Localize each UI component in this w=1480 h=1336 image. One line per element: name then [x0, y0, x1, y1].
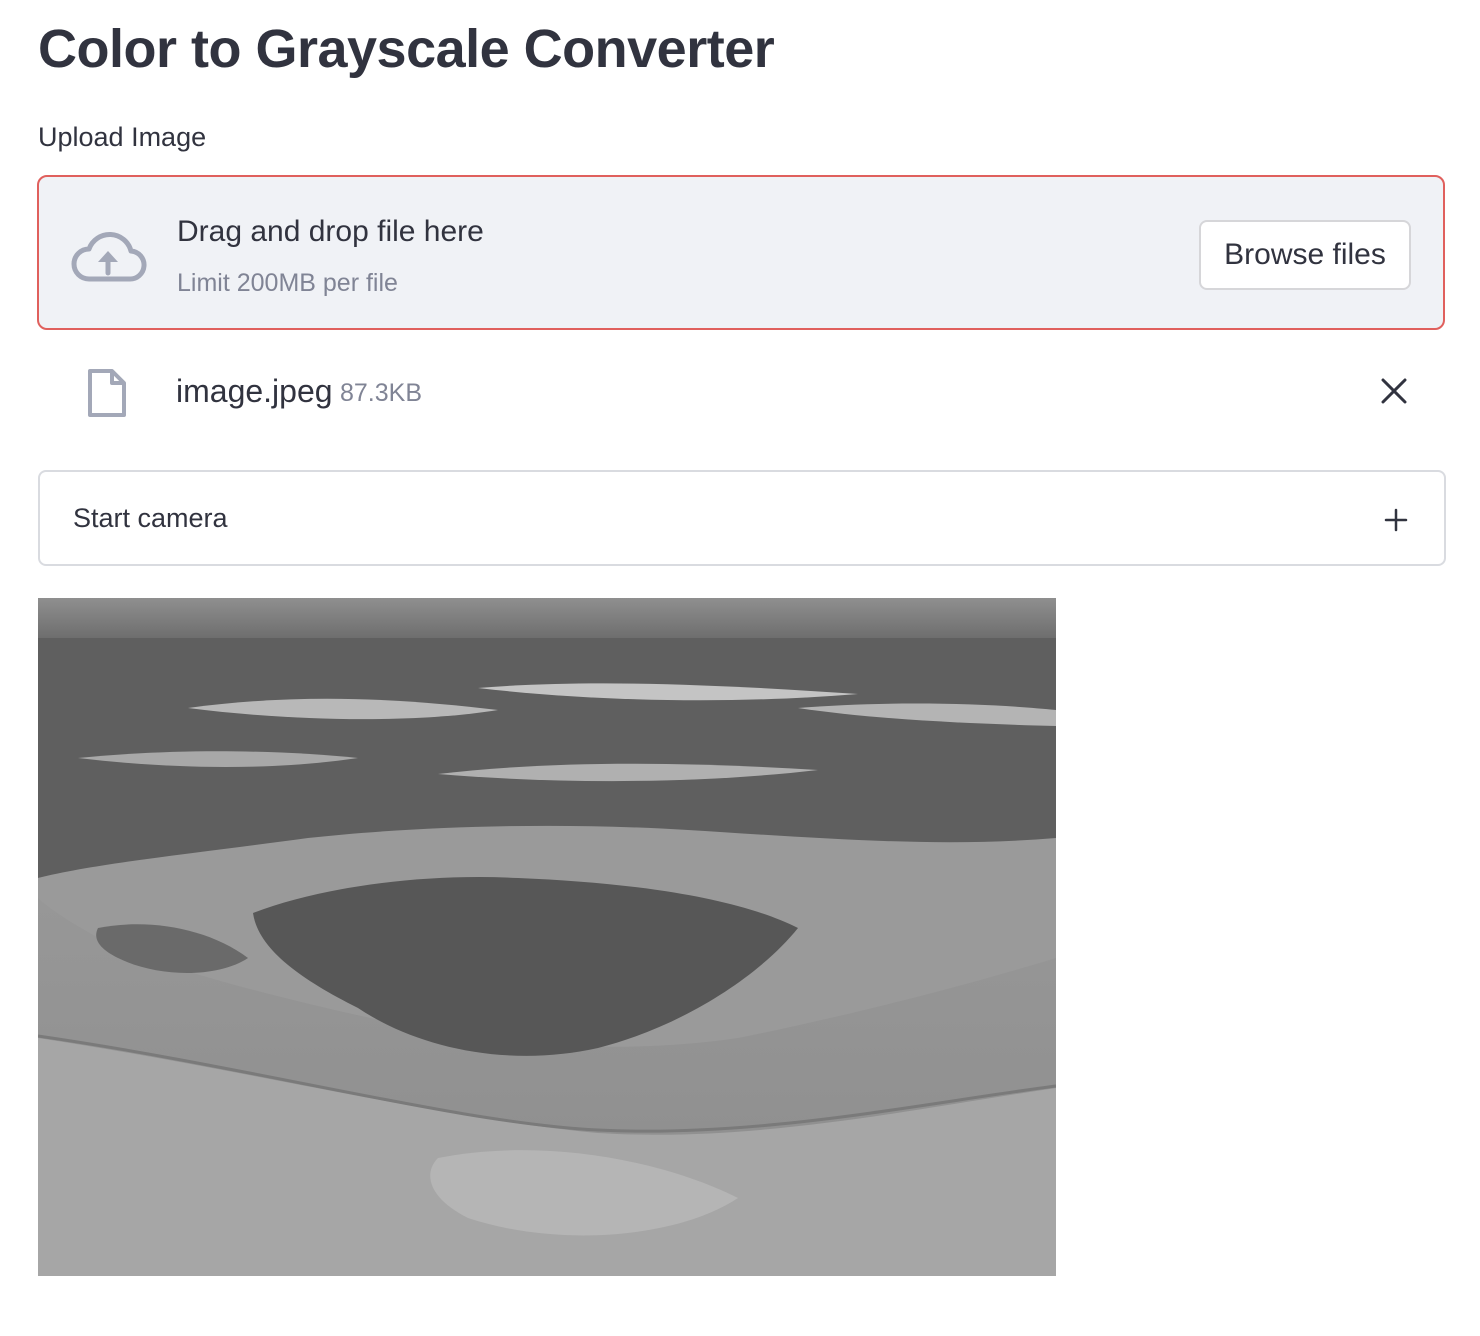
- grayscale-result-image: [38, 598, 1056, 1276]
- page-title: Color to Grayscale Converter: [38, 19, 775, 79]
- dropzone-instructions: Drag and drop file here: [177, 215, 484, 248]
- cloud-upload-icon: [71, 231, 147, 282]
- file-icon: [88, 369, 126, 417]
- dropzone-size-limit: Limit 200MB per file: [177, 269, 398, 297]
- file-name: image.jpeg: [176, 373, 333, 409]
- uploaded-file-row: image.jpeg 87.3KB: [38, 355, 1446, 430]
- start-camera-label: Start camera: [73, 503, 228, 533]
- close-icon: [1381, 378, 1407, 404]
- remove-file-button[interactable]: [1374, 371, 1414, 411]
- file-dropzone[interactable]: Drag and drop file here Limit 200MB per …: [37, 175, 1445, 330]
- file-size: 87.3KB: [340, 379, 423, 407]
- start-camera-expander[interactable]: Start camera: [38, 470, 1446, 566]
- upload-label: Upload Image: [38, 122, 207, 152]
- plus-icon: [1384, 508, 1408, 532]
- browse-files-button[interactable]: Browse files: [1199, 220, 1411, 290]
